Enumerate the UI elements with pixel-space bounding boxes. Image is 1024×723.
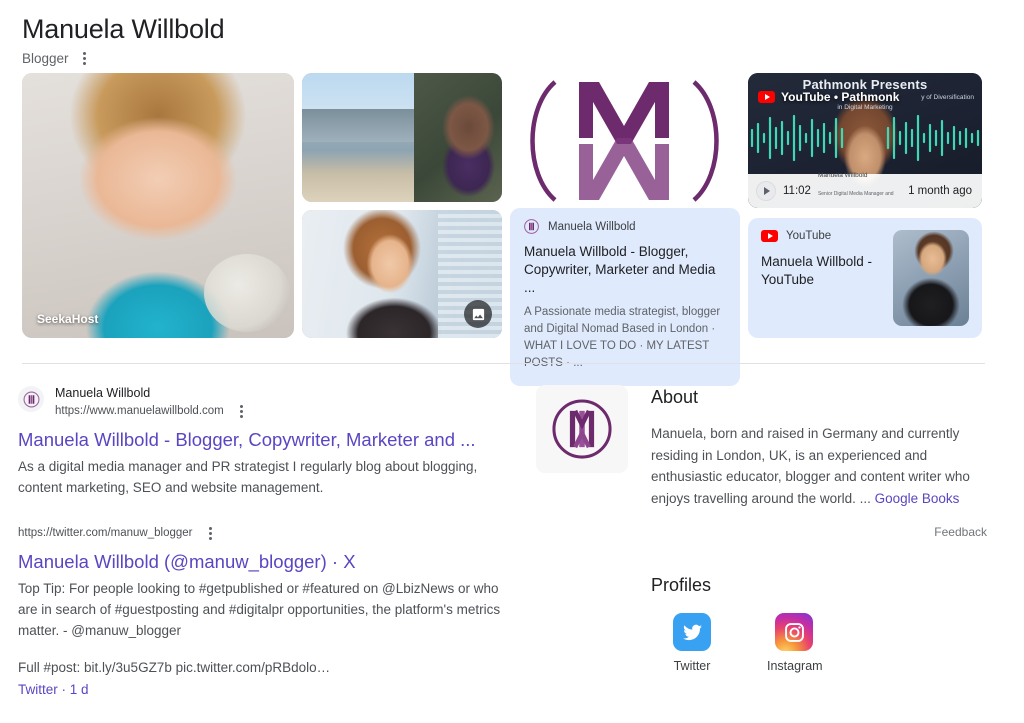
result-source-lines: Manuela Willbold https://www.manuelawill…	[55, 385, 249, 420]
result-url-row: https://www.manuelawillbold.com	[55, 402, 249, 420]
site-knowledge-card[interactable]: Manuela Willbold Manuela Willbold - Blog…	[510, 208, 740, 386]
feedback-link[interactable]: Feedback	[651, 525, 991, 539]
result-url: https://twitter.com/manuw_blogger	[18, 527, 193, 539]
profile-label: Twitter	[673, 659, 711, 673]
result-snippet: Top Tip: For people looking to #getpubli…	[18, 581, 501, 638]
about-text: Manuela, born and raised in Germany and …	[651, 423, 976, 509]
main-photo[interactable]: SeekaHost	[22, 73, 294, 338]
instagram-icon	[775, 613, 813, 651]
youtube-card-text: YouTube Manuela Willbold - YouTube	[761, 230, 883, 326]
youtube-knowledge-card[interactable]: YouTube Manuela Willbold - YouTube	[748, 218, 982, 338]
thames-photo[interactable]	[302, 73, 502, 202]
profile-twitter[interactable]: Twitter	[665, 613, 719, 673]
right-rail: About Manuela, born and raised in German…	[651, 385, 991, 673]
result-more-options-icon[interactable]	[204, 524, 218, 542]
card-snippet: A Passionate media strategist, blogger a…	[524, 306, 721, 369]
video-uploader-block: Manuela Willbold Senior Digital Media Ma…	[818, 164, 901, 208]
video-uploader-name: Manuela Willbold	[817, 172, 868, 179]
result-extra-text: Full #post: bit.ly/3u5GZ7b pic.twitter.c…	[18, 660, 331, 675]
play-icon[interactable]	[756, 181, 776, 201]
photo-column	[302, 73, 502, 338]
youtube-channel-label: YouTube • Pathmonk	[781, 90, 900, 104]
mw-favicon-icon	[524, 219, 539, 234]
photo-watermark: SeekaHost	[37, 312, 99, 326]
video-subtext-right: y of Diversification	[921, 94, 974, 101]
page-title: Manuela Willbold	[22, 14, 225, 44]
video-subtext-center: in Digital Marketing	[837, 104, 893, 111]
search-result-item: Manuela Willbold https://www.manuelawill…	[18, 385, 628, 498]
result-url-row: https://twitter.com/manuw_blogger	[18, 524, 218, 542]
search-results-list: Manuela Willbold https://www.manuelawill…	[18, 385, 628, 723]
video-duration: 11:02	[783, 185, 811, 197]
mw-monogram-logo[interactable]	[510, 73, 738, 208]
youtube-icon	[761, 230, 778, 242]
youtube-card-source-name: YouTube	[786, 230, 832, 242]
section-divider	[22, 363, 985, 364]
entity-type-label: Blogger	[22, 50, 69, 66]
profiles-heading: Profiles	[651, 575, 712, 595]
image-stack-icon[interactable]	[464, 300, 492, 328]
result-source-header: https://twitter.com/manuw_blogger	[18, 524, 628, 542]
result-more-options-icon[interactable]	[235, 402, 249, 420]
portrait-photo-art	[22, 73, 294, 338]
result-url: https://www.manuelawillbold.com	[55, 405, 224, 417]
video-thumbnail[interactable]: Pathmonk Presents y of Diversification i…	[748, 73, 982, 208]
thames-photo-art	[302, 73, 502, 202]
profile-label: Instagram	[767, 659, 823, 673]
youtube-channel-pill: YouTube • Pathmonk	[758, 90, 899, 104]
result-title-link[interactable]: Manuela Willbold (@manuw_blogger) · X	[18, 549, 628, 574]
card-title[interactable]: Manuela Willbold - Blogger, Copywriter, …	[524, 243, 726, 297]
twitter-icon	[673, 613, 711, 651]
youtube-icon	[758, 91, 775, 103]
about-source-link[interactable]: Google Books	[875, 491, 960, 506]
media-strip: SeekaHost Manuela Willbold Manuela Willb…	[22, 73, 986, 386]
result-thumbnail[interactable]	[536, 385, 628, 473]
profile-instagram[interactable]: Instagram	[767, 613, 823, 673]
youtube-card-title[interactable]: Manuela Willbold - YouTube	[761, 253, 883, 289]
more-options-icon[interactable]	[78, 49, 92, 67]
result-footer-link[interactable]: Twitter · 1 d	[18, 682, 628, 697]
phone-photo[interactable]	[302, 209, 502, 338]
result-source-lines: https://twitter.com/manuw_blogger	[18, 524, 218, 542]
mw-favicon-icon	[18, 386, 44, 412]
video-footer-bar: 11:02 Manuela Willbold Senior Digital Me…	[748, 172, 982, 208]
mw-monogram-icon	[552, 399, 612, 459]
knowledge-panel-header: Manuela Willbold Blogger	[0, 0, 1024, 67]
card-source-name: Manuela Willbold	[548, 220, 636, 233]
video-age: 1 month ago	[908, 185, 972, 197]
audio-waveform-icon	[750, 114, 980, 161]
video-column: Pathmonk Presents y of Diversification i…	[748, 73, 982, 338]
video-uploader-role: Senior Digital Media Manager and Marketi…	[817, 191, 894, 197]
result-snippet: As a digital media manager and PR strate…	[18, 459, 478, 495]
subtitle-row: Blogger	[22, 49, 1024, 67]
card-source-row: Manuela Willbold	[524, 219, 726, 234]
profiles-row: Twitter Instagram	[651, 613, 991, 673]
about-heading: About	[651, 387, 699, 407]
search-result-item: https://twitter.com/manuw_blogger Manuel…	[18, 524, 628, 697]
youtube-card-source-row: YouTube	[761, 230, 883, 242]
site-card-column: Manuela Willbold Manuela Willbold - Blog…	[510, 73, 740, 386]
result-site-name: Manuela Willbold	[55, 386, 151, 400]
youtube-card-thumbnail[interactable]	[893, 230, 969, 326]
